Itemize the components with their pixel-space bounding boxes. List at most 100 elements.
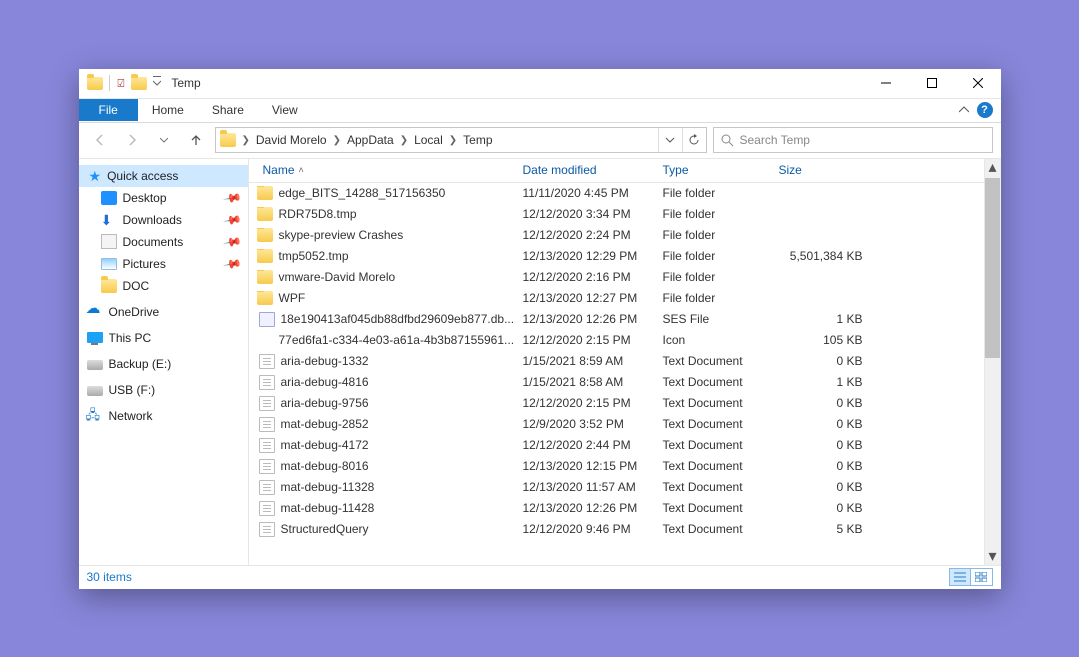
file-row[interactable]: aria-debug-975612/12/2020 2:15 PMText Do…	[249, 393, 984, 414]
tab-view[interactable]: View	[258, 99, 312, 121]
folder-icon	[257, 249, 273, 263]
breadcrumb-item[interactable]: David Morelo	[252, 133, 331, 147]
text-file-icon	[259, 396, 275, 411]
col-type[interactable]: Type	[655, 163, 771, 177]
sidebar-item[interactable]: This PC	[79, 327, 248, 349]
minimize-button[interactable]	[863, 68, 909, 98]
sidebar-item[interactable]: Network	[79, 405, 248, 427]
maximize-button[interactable]	[909, 68, 955, 98]
cell-size: 1 KB	[771, 312, 871, 326]
file-row[interactable]: edge_BITS_14288_51715635011/11/2020 4:45…	[249, 183, 984, 204]
file-list[interactable]: Name ˄ Date modified Type Size edge_BITS…	[249, 159, 984, 565]
file-row[interactable]: mat-debug-1142812/13/2020 12:26 PMText D…	[249, 498, 984, 519]
cell-size: 0 KB	[771, 480, 871, 494]
cell-size: 1 KB	[771, 375, 871, 389]
col-date[interactable]: Date modified	[515, 163, 655, 177]
chevron-right-icon[interactable]: ❯	[400, 135, 408, 146]
nav-history-dropdown[interactable]	[151, 127, 177, 153]
cell-type: Text Document	[655, 438, 771, 452]
explorer-window: ☑ Temp File Home Share View	[79, 69, 1001, 589]
scroll-up-button[interactable]: ▴	[985, 159, 1001, 176]
breadcrumb-item[interactable]: AppData	[343, 133, 398, 147]
col-name[interactable]: Name ˄	[249, 163, 515, 177]
search-icon	[720, 133, 734, 147]
cell-type: SES File	[655, 312, 771, 326]
chevron-right-icon[interactable]: ❯	[449, 135, 457, 146]
file-row[interactable]: aria-debug-13321/15/2021 8:59 AMText Doc…	[249, 351, 984, 372]
address-bar[interactable]: ❯ David Morelo ❯ AppData ❯ Local ❯ Temp	[215, 127, 707, 153]
file-row[interactable]: RDR75D8.tmp12/12/2020 3:34 PMFile folder	[249, 204, 984, 225]
ribbon-collapse-icon[interactable]	[959, 105, 969, 115]
close-button[interactable]	[955, 68, 1001, 98]
sidebar-item-label: Downloads	[123, 213, 182, 227]
search-input[interactable]: Search Temp	[713, 127, 993, 153]
nav-forward-button[interactable]	[119, 127, 145, 153]
cell-size: 0 KB	[771, 438, 871, 452]
scrollbar[interactable]: ▴ ▾	[984, 159, 1001, 565]
new-folder-icon[interactable]	[131, 77, 147, 90]
sidebar-item[interactable]: Desktop📌	[79, 187, 248, 209]
network-icon	[87, 409, 103, 423]
sidebar-item[interactable]: Pictures📌	[79, 253, 248, 275]
nav-up-button[interactable]	[183, 127, 209, 153]
file-row[interactable]: 18e190413af045db88dfbd29609eb877.db.... 1…	[249, 309, 984, 330]
address-dropdown-button[interactable]	[658, 128, 682, 152]
chevron-right-icon[interactable]: ❯	[242, 135, 250, 146]
chevron-right-icon[interactable]: ❯	[333, 135, 341, 146]
sidebar-item-doc[interactable]: DOC	[79, 275, 248, 297]
pictures-icon	[101, 258, 117, 270]
tab-share[interactable]: Share	[198, 99, 258, 121]
tab-home[interactable]: Home	[138, 99, 198, 121]
file-row[interactable]: vmware-David Morelo12/12/2020 2:16 PMFil…	[249, 267, 984, 288]
sidebar-item[interactable]: ⬇Downloads📌	[79, 209, 248, 231]
file-row[interactable]: skype-preview Crashes12/12/2020 2:24 PMF…	[249, 225, 984, 246]
nav-pane[interactable]: ★ Quick access Desktop📌⬇Downloads📌Docume…	[79, 159, 249, 565]
file-row[interactable]: mat-debug-285212/9/2020 3:52 PMText Docu…	[249, 414, 984, 435]
file-row[interactable]: mat-debug-1132812/13/2020 11:57 AMText D…	[249, 477, 984, 498]
file-row[interactable]: mat-debug-417212/12/2020 2:44 PMText Doc…	[249, 435, 984, 456]
sidebar-item-label: Documents	[123, 235, 184, 249]
qat-dropdown-icon[interactable]	[153, 76, 161, 90]
properties-icon[interactable]: ☑	[116, 77, 124, 90]
file-row[interactable]: aria-debug-48161/15/2021 8:58 AMText Doc…	[249, 372, 984, 393]
view-details-button[interactable]	[949, 568, 971, 586]
file-row[interactable]: WPF12/13/2020 12:27 PMFile folder	[249, 288, 984, 309]
file-row[interactable]: tmp5052.tmp12/13/2020 12:29 PMFile folde…	[249, 246, 984, 267]
sidebar-quick-access[interactable]: ★ Quick access	[79, 165, 248, 187]
sidebar-item-label: OneDrive	[109, 305, 160, 319]
cell-name: mat-debug-11428	[249, 501, 515, 516]
file-row[interactable]: StructuredQuery12/12/2020 9:46 PMText Do…	[249, 519, 984, 540]
cell-type: Text Document	[655, 375, 771, 389]
cell-name: 18e190413af045db88dfbd29609eb877.db....	[249, 312, 515, 327]
tab-file[interactable]: File	[79, 99, 138, 121]
scroll-down-button[interactable]: ▾	[985, 548, 1001, 565]
breadcrumb-item[interactable]: Temp	[459, 133, 496, 147]
cell-name: mat-debug-11328	[249, 480, 515, 495]
cell-date: 12/13/2020 12:15 PM	[515, 459, 655, 473]
breadcrumb-label: Temp	[463, 133, 492, 147]
sidebar-item[interactable]: OneDrive	[79, 301, 248, 323]
breadcrumb-item[interactable]: Local	[410, 133, 447, 147]
sidebar-item[interactable]: USB (F:)	[79, 379, 248, 401]
col-size[interactable]: Size	[771, 163, 984, 177]
sidebar-item[interactable]: Documents📌	[79, 231, 248, 253]
refresh-button[interactable]	[682, 128, 706, 152]
cell-name: mat-debug-4172	[249, 438, 515, 453]
file-row[interactable]: mat-debug-801612/13/2020 12:15 PMText Do…	[249, 456, 984, 477]
cell-name: mat-debug-2852	[249, 417, 515, 432]
column-headers[interactable]: Name ˄ Date modified Type Size	[249, 159, 984, 183]
sidebar-item-label: Desktop	[123, 191, 167, 205]
cell-type: File folder	[655, 186, 771, 200]
cell-type: Icon	[655, 333, 771, 347]
sidebar-item[interactable]: Backup (E:)	[79, 353, 248, 375]
view-thumbnails-button[interactable]	[971, 568, 993, 586]
nav-back-button[interactable]	[87, 127, 113, 153]
cell-date: 12/12/2020 2:15 PM	[515, 333, 655, 347]
help-icon[interactable]: ?	[977, 102, 993, 118]
scroll-thumb[interactable]	[985, 178, 1000, 358]
col-label: Name	[263, 163, 295, 177]
onedrive-icon	[87, 305, 103, 319]
folder-icon	[220, 133, 236, 147]
cell-date: 1/15/2021 8:59 AM	[515, 354, 655, 368]
file-row[interactable]: 77ed6fa1-c334-4e03-a61a-4b3b87155961....…	[249, 330, 984, 351]
